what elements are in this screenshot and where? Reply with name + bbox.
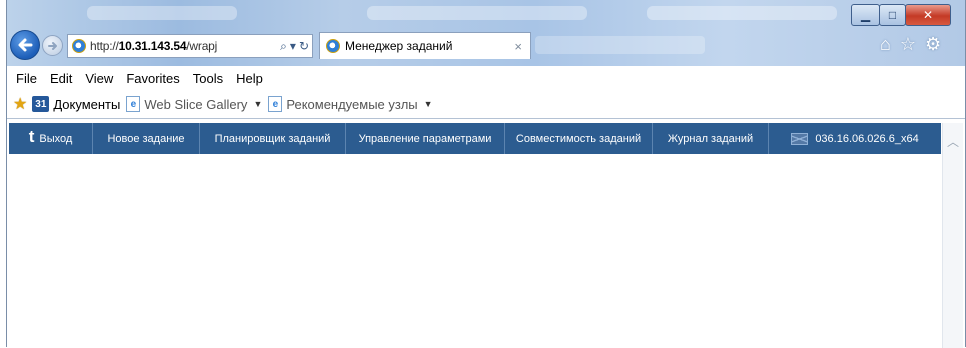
web-slice-label: Web Slice Gallery xyxy=(144,96,248,112)
menu-bar: File Edit View Favorites Tools Help xyxy=(7,66,965,90)
refresh-icon[interactable]: ↻ xyxy=(299,39,309,54)
dropdown-icon[interactable]: ▾ xyxy=(290,39,296,54)
search-icon[interactable]: ⌕ xyxy=(280,39,287,54)
nav-new-task-label: Новое задание xyxy=(107,132,185,145)
menu-tools[interactable]: Tools xyxy=(193,71,223,86)
nav-version-label: 036.16.06.026.6_x64 xyxy=(815,132,919,145)
app-navigation: t Выход Новое задание Планировщик задани… xyxy=(9,123,941,154)
nav-version[interactable]: 036.16.06.026.6_x64 xyxy=(769,123,941,154)
favorites-bar: ★ 31 Документы e Web Slice Gallery ▼ e Р… xyxy=(7,90,965,118)
nav-scheduler-label: Планировщик заданий xyxy=(214,132,331,145)
favorite-web-slice-gallery[interactable]: e Web Slice Gallery ▼ xyxy=(126,96,262,112)
calendar-icon: 31 xyxy=(32,96,50,112)
menu-edit[interactable]: Edit xyxy=(50,71,72,86)
nav-journal-label: Журнал заданий xyxy=(667,132,754,145)
gear-icon[interactable]: ⚙ xyxy=(925,34,941,55)
minimize-icon: ▁ xyxy=(860,8,871,22)
address-url[interactable]: http://10.31.143.54/wrapj xyxy=(90,39,217,53)
ie-tab-icon xyxy=(326,39,340,53)
star-icon[interactable]: ☆ xyxy=(900,34,916,55)
blurred-title-area xyxy=(87,6,237,20)
scroll-up-arrow-icon[interactable]: ︿ xyxy=(943,133,963,150)
chevron-down-icon: ▼ xyxy=(253,99,263,109)
address-tools: ⌕ ▾ ↻ xyxy=(280,39,309,54)
nav-scheduler[interactable]: Планировщик заданий xyxy=(200,123,346,154)
maximize-button[interactable]: □ xyxy=(879,4,906,26)
nav-exit-label: Выход xyxy=(39,132,73,145)
favorite-documents[interactable]: Документы xyxy=(53,97,120,112)
menu-help[interactable]: Help xyxy=(236,71,263,86)
nav-journal[interactable]: Журнал заданий xyxy=(653,123,769,154)
browser-titlebar: ▁ □ ✕ http://10.31.143.54/wrapj ⌕ ▾ ↻ Ме… xyxy=(7,0,965,66)
tab-task-manager[interactable]: Менеджер заданий × xyxy=(319,32,531,59)
blurred-tab-area xyxy=(535,36,705,54)
maximize-icon: □ xyxy=(888,8,897,22)
ie-page-icon xyxy=(72,39,86,53)
blurred-title-area xyxy=(647,6,837,20)
browser-right-icons: ⌂ ☆ ⚙ xyxy=(880,34,941,55)
back-button[interactable] xyxy=(10,30,40,60)
tab-close-icon[interactable]: × xyxy=(514,39,522,54)
tab-title: Менеджер заданий xyxy=(345,39,453,53)
menu-favorites[interactable]: Favorites xyxy=(126,71,179,86)
recommended-sites-icon: e xyxy=(268,96,283,112)
favorites-star-icon[interactable]: ★ xyxy=(13,94,27,114)
close-icon: ✕ xyxy=(922,8,934,22)
forward-arrow-icon xyxy=(47,41,57,50)
forward-button[interactable] xyxy=(42,35,63,56)
nav-parameters-label: Управление параметрами xyxy=(358,132,492,145)
home-icon[interactable]: ⌂ xyxy=(880,34,891,55)
web-slice-icon: e xyxy=(126,96,141,112)
address-bar[interactable]: http://10.31.143.54/wrapj ⌕ ▾ ↻ xyxy=(67,34,313,58)
menu-view[interactable]: View xyxy=(85,71,113,86)
close-window-button[interactable]: ✕ xyxy=(905,4,951,26)
nav-exit[interactable]: t Выход xyxy=(9,123,93,154)
browser-window: ▁ □ ✕ http://10.31.143.54/wrapj ⌕ ▾ ↻ Ме… xyxy=(6,0,966,348)
exit-icon: t xyxy=(28,127,35,146)
recommended-sites-label: Рекомендуемые узлы xyxy=(286,96,418,112)
chevron-down-icon: ▼ xyxy=(423,99,433,109)
vertical-scrollbar[interactable]: ︿ xyxy=(942,123,963,348)
nav-compatibility-label: Совместимость заданий xyxy=(515,132,642,145)
nav-compatibility[interactable]: Совместимость заданий xyxy=(505,123,653,154)
back-arrow-icon xyxy=(18,38,33,52)
page-content: t Выход Новое задание Планировщик задани… xyxy=(7,118,965,348)
url-path: /wrapj xyxy=(186,39,218,53)
minimize-button[interactable]: ▁ xyxy=(851,4,880,26)
url-host: 10.31.143.54 xyxy=(118,39,187,53)
url-prefix: http:// xyxy=(90,39,119,53)
blurred-title-area xyxy=(367,6,587,20)
mail-icon xyxy=(791,132,809,145)
nav-new-task[interactable]: Новое задание xyxy=(93,123,200,154)
favorite-recommended-sites[interactable]: e Рекомендуемые узлы ▼ xyxy=(268,96,433,112)
nav-parameters[interactable]: Управление параметрами xyxy=(346,123,505,154)
menu-file[interactable]: File xyxy=(16,71,37,86)
